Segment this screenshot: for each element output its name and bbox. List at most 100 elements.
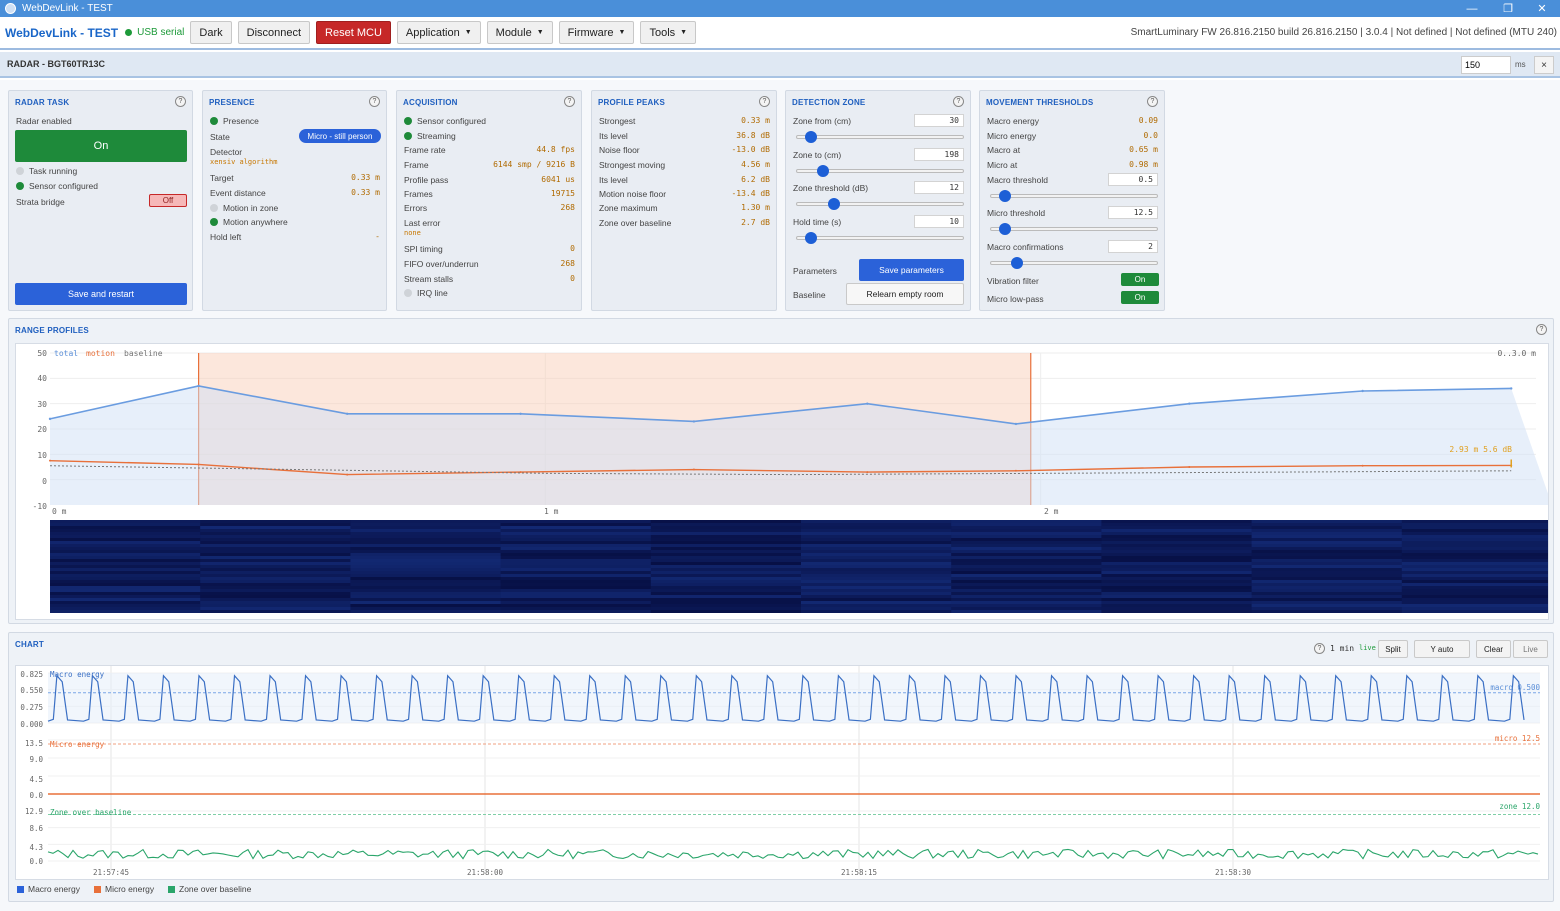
heatmap-cell [350, 535, 502, 538]
zone-to-slider[interactable] [796, 165, 964, 177]
strongest-value: 0.33 m [741, 116, 770, 125]
help-icon[interactable]: ? [1147, 96, 1158, 107]
minimize-icon[interactable]: — [1452, 0, 1492, 17]
range-label: 0..3.0 m [1497, 349, 1536, 358]
total-point [1188, 402, 1191, 405]
heatmap-cell [50, 607, 201, 610]
module-menu[interactable]: Module ▼ [486, 21, 553, 44]
strata-bridge-toggle[interactable]: Off [149, 194, 187, 207]
legend-macro-energy[interactable]: Macro energy [17, 884, 80, 894]
slider-knob[interactable] [999, 223, 1011, 235]
heatmap-cell [50, 559, 201, 562]
zone-threshold-input[interactable] [914, 181, 964, 194]
macro-confirmations-slider[interactable] [990, 257, 1158, 269]
help-icon[interactable]: ? [175, 96, 186, 107]
radar-enabled-button[interactable]: On [15, 130, 187, 162]
help-icon[interactable]: ? [564, 96, 575, 107]
total-point [1510, 387, 1513, 390]
irq-line-label: IRQ line [417, 288, 448, 298]
heatmap-cell [200, 592, 351, 595]
heatmap-cell [650, 598, 802, 601]
help-icon[interactable]: ? [1314, 643, 1325, 654]
disconnect-button[interactable]: Disconnect [237, 21, 311, 44]
live-button[interactable]: Live [1513, 640, 1548, 658]
slider-knob[interactable] [1011, 257, 1023, 269]
zone-to-input[interactable] [914, 148, 964, 161]
chart-panel: CHART ? 1 min live Split Y auto Clear Li… [8, 632, 1554, 902]
heatmap-cell [801, 547, 952, 550]
target-value: 0.33 m [351, 173, 380, 182]
zone-from-input[interactable] [914, 114, 964, 127]
macro-confirmations-input[interactable] [1108, 240, 1158, 253]
help-icon[interactable]: ? [369, 96, 380, 107]
heatmap-cell [1401, 598, 1548, 601]
help-icon[interactable]: ? [759, 96, 770, 107]
legend-micro-energy[interactable]: Micro energy [94, 884, 154, 894]
parameters-label: Parameters [793, 266, 837, 276]
vibration-filter-toggle[interactable]: On [1121, 273, 1159, 286]
help-icon[interactable]: ? [953, 96, 964, 107]
save-parameters-button[interactable]: Save parameters [859, 259, 964, 281]
relearn-empty-room-button[interactable]: Relearn empty room [846, 283, 964, 305]
frame-rate-value: 44.8 fps [536, 145, 575, 154]
heatmap-cell [1101, 601, 1253, 604]
clear-button[interactable]: Clear [1476, 640, 1511, 658]
heatmap-cell [350, 583, 502, 586]
close-radar-button[interactable]: × [1534, 56, 1554, 74]
slider-knob[interactable] [805, 131, 817, 143]
baseline-label: Baseline [793, 290, 826, 300]
heatmap-cell [1251, 577, 1403, 580]
split-button[interactable]: Split [1378, 640, 1408, 658]
heatmap-cell [200, 598, 351, 601]
legend-zone-over-baseline[interactable]: Zone over baseline [168, 884, 251, 894]
slider-knob[interactable] [817, 165, 829, 177]
close-icon[interactable]: ✕ [1522, 0, 1560, 17]
y-tick-label: 0 [42, 477, 47, 486]
interval-input[interactable] [1461, 56, 1511, 74]
heatmap-cell [1401, 520, 1548, 523]
zone-threshold-slider[interactable] [796, 198, 964, 210]
slider-knob[interactable] [999, 190, 1011, 202]
micro-threshold-input[interactable] [1108, 206, 1158, 219]
y-auto-button[interactable]: Y auto [1414, 640, 1470, 658]
heatmap-cell [50, 577, 201, 580]
zone-over-baseline-label: Zone over baseline [599, 218, 672, 228]
help-icon[interactable]: ? [1536, 324, 1547, 335]
tools-menu[interactable]: Tools ▼ [640, 21, 697, 44]
reset-mcu-button[interactable]: Reset MCU [316, 21, 391, 44]
errors-value: 268 [560, 203, 575, 212]
macro-threshold-slider[interactable] [990, 190, 1158, 202]
heatmap-cell [1401, 547, 1548, 550]
firmware-menu[interactable]: Firmware ▼ [558, 21, 635, 44]
heatmap-cell [500, 547, 652, 550]
heatmap-cell [1401, 604, 1548, 607]
heatmap-cell [1101, 571, 1253, 574]
x-tick-label: 2 m [1044, 507, 1059, 516]
heatmap-cell [350, 532, 502, 535]
zone-from-slider[interactable] [796, 131, 964, 143]
dark-mode-button[interactable]: Dark [190, 21, 232, 44]
heatmap-cell [500, 538, 652, 541]
motion-point [197, 463, 200, 466]
heatmap-cell [200, 610, 351, 613]
hold-time-slider[interactable] [796, 232, 964, 244]
application-menu[interactable]: Application ▼ [396, 21, 481, 44]
macro-threshold-input[interactable] [1108, 173, 1158, 186]
hold-time-input[interactable] [914, 215, 964, 228]
heatmap-cell [350, 607, 502, 610]
heatmap-cell [500, 595, 652, 598]
heatmap-cell [650, 553, 802, 556]
heatmap-cell [200, 553, 351, 556]
micro-lowpass-toggle[interactable]: On [1121, 291, 1159, 304]
slider-knob[interactable] [828, 198, 840, 210]
motion-in-zone-indicator: Motion in zone [210, 203, 278, 213]
micro-threshold-slider[interactable] [990, 223, 1158, 235]
save-and-restart-button[interactable]: Save and restart [15, 283, 187, 305]
y-tick-label: 4.5 [29, 775, 43, 784]
heatmap-cell [500, 577, 652, 580]
led-icon [210, 218, 218, 226]
heatmap-cell [801, 550, 952, 553]
heatmap-cell [1251, 523, 1403, 526]
heatmap-cell [650, 595, 802, 598]
slider-knob[interactable] [805, 232, 817, 244]
